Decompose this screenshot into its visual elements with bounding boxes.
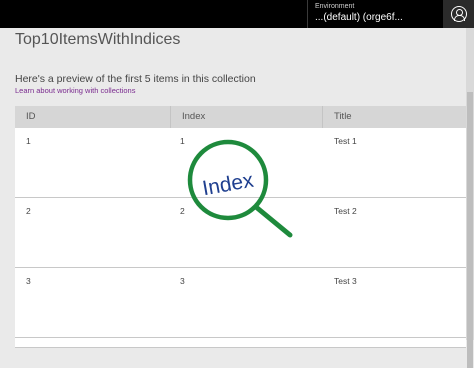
column-header-id: ID: [15, 106, 171, 128]
cell-id: 2: [26, 206, 31, 216]
cell-title: Test 1: [334, 136, 357, 146]
environment-picker[interactable]: Environment ...(default) (orge6f...: [307, 0, 437, 28]
profile-button[interactable]: [443, 0, 474, 28]
learn-collections-link[interactable]: Learn about working with collections: [15, 86, 135, 95]
table-row: 3 3 Test 3: [15, 268, 466, 338]
cell-id: 3: [26, 276, 31, 286]
preview-description: Here's a preview of the first 5 items in…: [15, 73, 256, 85]
vertical-scrollbar[interactable]: [466, 28, 474, 368]
column-header-index: Index: [171, 106, 323, 128]
person-icon: [451, 6, 467, 22]
cell-id: 1: [26, 136, 31, 146]
table-header: ID Index Title: [15, 106, 466, 128]
environment-label: Environment: [315, 3, 355, 10]
environment-value: ...(default) (orge6f...: [315, 12, 403, 23]
column-header-title: Title: [334, 111, 352, 122]
cell-index: 3: [180, 276, 185, 286]
cell-title: Test 2: [334, 206, 357, 216]
page-title: Top10ItemsWithIndices: [15, 31, 181, 48]
cell-title: Test 3: [334, 276, 357, 286]
magnifier-icon: Index: [187, 139, 293, 238]
magnifier-label: Index: [201, 169, 256, 201]
top-bar: Environment ...(default) (orge6f...: [0, 0, 474, 28]
scrollbar-thumb[interactable]: [467, 92, 473, 368]
